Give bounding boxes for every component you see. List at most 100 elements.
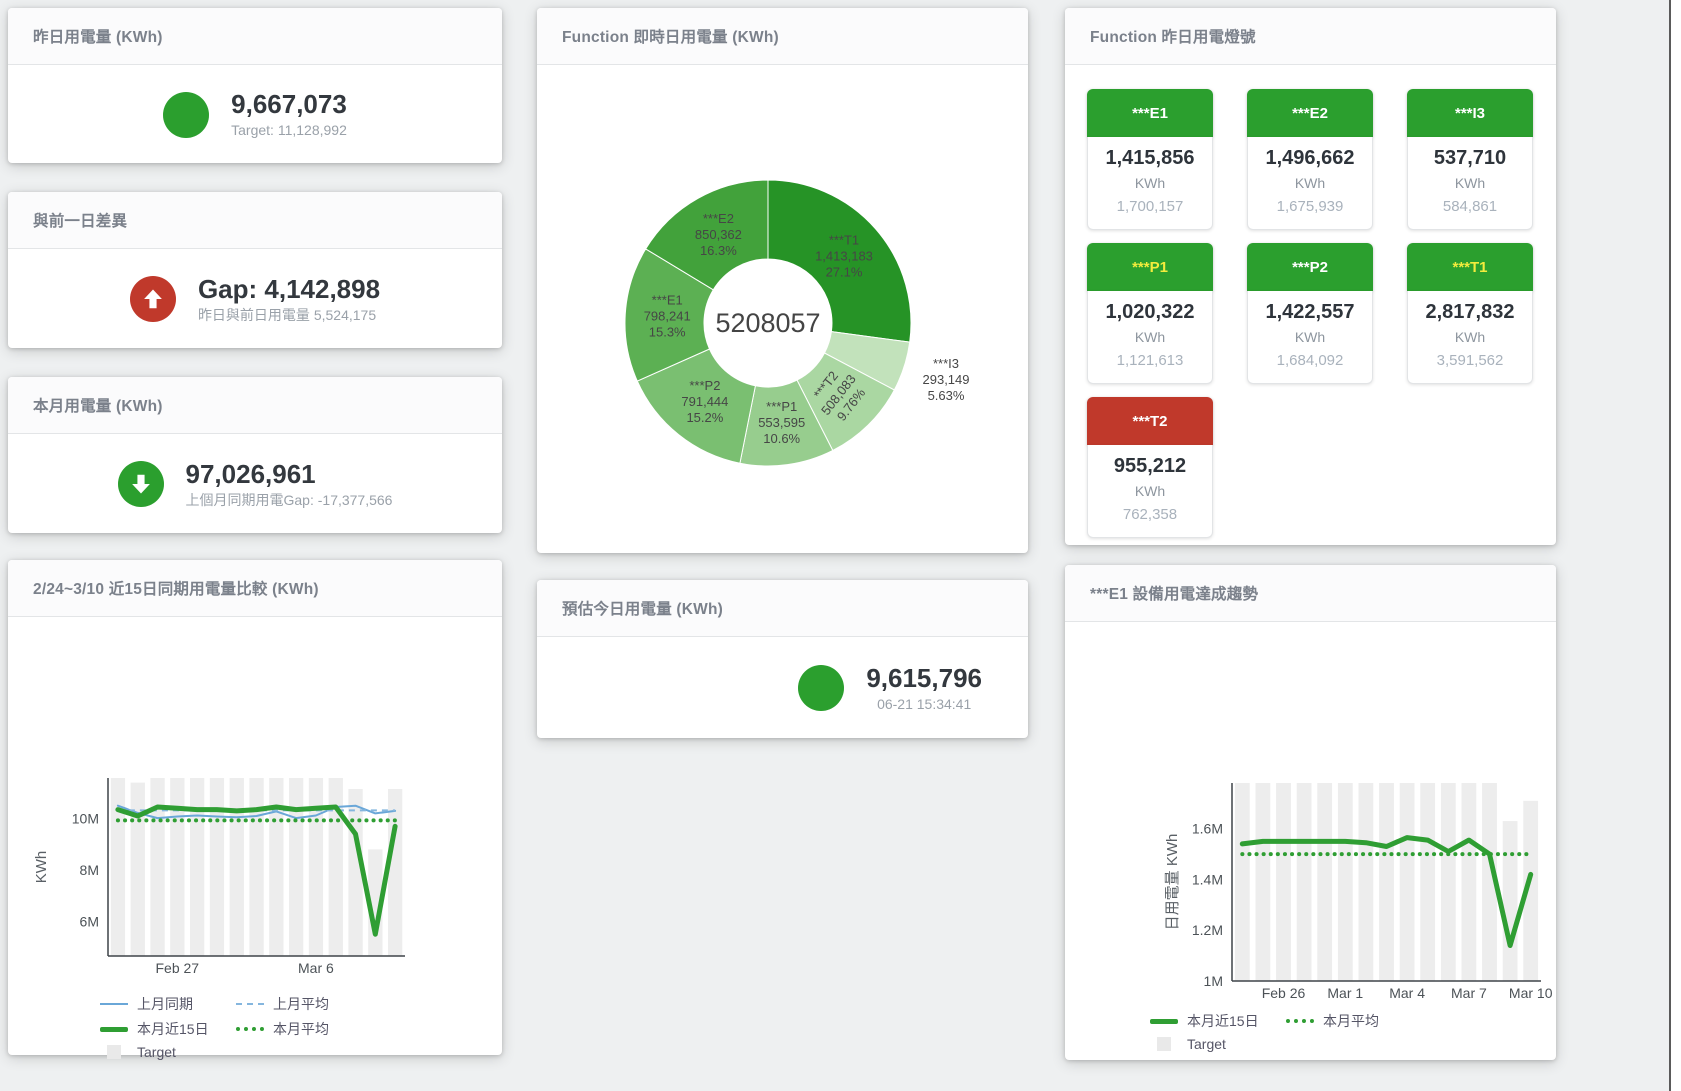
scrollbar-track[interactable] bbox=[1669, 0, 1681, 1091]
x-tick-label: Feb 27 bbox=[156, 960, 200, 976]
card-title: 昨日用電量 (KWh) bbox=[33, 25, 163, 47]
kpi-subtext: Target: 11,128,992 bbox=[231, 120, 347, 141]
device-unit: KWh bbox=[1088, 480, 1212, 503]
device-usage-value: 955,212 bbox=[1088, 453, 1212, 480]
y-tick-label: 8M bbox=[80, 862, 99, 878]
device-usage-value: 537,710 bbox=[1408, 145, 1532, 172]
status-circle-icon bbox=[163, 92, 209, 138]
device-target-value: 1,121,613 bbox=[1088, 349, 1212, 373]
legend-label: Target bbox=[1187, 1036, 1226, 1052]
legend-label: Target bbox=[137, 1044, 176, 1060]
chart-legend: 上月同期 上月平均本月近15日 本月平均 Target bbox=[100, 994, 372, 1060]
donut-slice-label: ***I3293,1495.63% bbox=[923, 356, 970, 403]
legend-row: 本月近15日本月平均 bbox=[1150, 1011, 1422, 1031]
card-title: ***E1 設備用電達成趨勢 bbox=[1090, 582, 1258, 604]
legend-label: 上月同期 bbox=[137, 994, 193, 1014]
chart-area: ***T11,413,18327.1%***I3293,1495.63%***T… bbox=[537, 65, 1028, 554]
card-header: 昨日用電量 (KWh) bbox=[8, 8, 502, 65]
legend-marker bbox=[107, 1045, 121, 1059]
device-tile-T1[interactable]: ***T12,817,832KWh3,591,562 bbox=[1407, 243, 1533, 384]
x-tick-label: Mar 7 bbox=[1451, 985, 1487, 1001]
legend-item-上月同期[interactable]: 上月同期 bbox=[100, 994, 236, 1014]
legend-marker bbox=[1157, 1037, 1171, 1051]
device-tile-body: 1,415,856KWh1,700,157 bbox=[1087, 137, 1213, 230]
target-bar bbox=[1359, 783, 1374, 981]
legend-marker bbox=[1286, 1019, 1314, 1023]
legend-row: 本月近15日 本月平均 bbox=[100, 1019, 372, 1039]
device-tile-body: 537,710KWh584,861 bbox=[1407, 137, 1533, 230]
legend-row: Target bbox=[1150, 1036, 1422, 1052]
legend-label: 本月平均 bbox=[273, 1019, 329, 1039]
chart-area: 1M1.2M1.4M1.6MFeb 26Mar 1Mar 4Mar 7Mar 1… bbox=[1065, 622, 1556, 1061]
device-tile-label: ***E2 bbox=[1247, 89, 1373, 137]
device-usage-value: 1,415,856 bbox=[1088, 145, 1212, 172]
device-tile-E1[interactable]: ***E11,415,856KWh1,700,157 bbox=[1087, 89, 1213, 230]
device-target-value: 1,700,157 bbox=[1088, 195, 1212, 219]
card-realtime-donut: Function 即時日用電量 (KWh) ***T11,413,18327.1… bbox=[537, 8, 1028, 553]
kpi-row: 97,026,961 上個月同期用電Gap: -17,377,566 bbox=[8, 434, 502, 534]
x-tick-label: Mar 10 bbox=[1509, 985, 1553, 1001]
device-tile-T2[interactable]: ***T2955,212KWh762,358 bbox=[1087, 397, 1213, 538]
device-tile-P1[interactable]: ***P11,020,322KWh1,121,613 bbox=[1087, 243, 1213, 384]
target-bar bbox=[1441, 783, 1456, 981]
legend-item-上月平均[interactable]: 上月平均 bbox=[236, 994, 372, 1014]
device-target-value: 1,684,092 bbox=[1248, 349, 1372, 373]
device-target-value: 584,861 bbox=[1408, 195, 1532, 219]
device-unit: KWh bbox=[1088, 326, 1212, 349]
device-target-value: 3,591,562 bbox=[1408, 349, 1532, 373]
device-usage-value: 1,422,557 bbox=[1248, 299, 1372, 326]
legend-label: 上月平均 bbox=[273, 994, 329, 1014]
device-tile-P2[interactable]: ***P21,422,557KWh1,684,092 bbox=[1247, 243, 1373, 384]
legend-item-本月近15日[interactable]: 本月近15日 bbox=[100, 1019, 236, 1039]
card-header: 預估今日用電量 (KWh) bbox=[537, 580, 1028, 637]
kpi-row: 9,615,796 06-21 15:34:41 bbox=[537, 637, 1028, 739]
card-title: 與前一日差異 bbox=[33, 209, 127, 231]
card-header: 2/24~3/10 近15日同期用電量比較 (KWh) bbox=[8, 560, 502, 617]
card-month-usage: 本月用電量 (KWh) 97,026,961 上個月同期用電Gap: -17,3… bbox=[8, 377, 502, 533]
kpi-text: 9,667,073 Target: 11,128,992 bbox=[231, 88, 347, 141]
y-tick-label: 1.2M bbox=[1192, 922, 1223, 938]
card-header: 與前一日差異 bbox=[8, 192, 502, 249]
device-unit: KWh bbox=[1088, 172, 1212, 195]
status-circle-icon bbox=[798, 665, 844, 711]
target-bar bbox=[1420, 783, 1435, 981]
target-bar bbox=[1462, 783, 1477, 981]
kpi-value: 9,667,073 bbox=[231, 88, 347, 120]
legend-marker bbox=[100, 1027, 128, 1032]
legend-marker bbox=[1150, 1019, 1178, 1024]
device-tile-body: 1,020,322KWh1,121,613 bbox=[1087, 291, 1213, 384]
kpi-text: 97,026,961 上個月同期用電Gap: -17,377,566 bbox=[186, 458, 393, 511]
y-tick-label: 1.4M bbox=[1192, 872, 1223, 888]
x-tick-label: Feb 26 bbox=[1262, 985, 1306, 1001]
energy-dashboard: 昨日用電量 (KWh) 9,667,073 Target: 11,128,992… bbox=[0, 0, 1681, 1091]
device-tile-E2[interactable]: ***E21,496,662KWh1,675,939 bbox=[1247, 89, 1373, 230]
device-tile-I3[interactable]: ***I3537,710KWh584,861 bbox=[1407, 89, 1533, 230]
kpi-text: 9,615,796 06-21 15:34:41 bbox=[866, 662, 982, 715]
device-usage-value: 1,496,662 bbox=[1248, 145, 1372, 172]
y-tick-label: 1.6M bbox=[1192, 821, 1223, 837]
device-tile-label: ***T1 bbox=[1407, 243, 1533, 291]
legend-item-本月近15日[interactable]: 本月近15日 bbox=[1150, 1011, 1286, 1031]
legend-row: Target bbox=[100, 1044, 372, 1060]
card-header: ***E1 設備用電達成趨勢 bbox=[1065, 565, 1556, 622]
legend-item-本月平均[interactable]: 本月平均 bbox=[236, 1019, 372, 1039]
kpi-text: Gap: 4,142,898 昨日與前日用電量 5,524,175 bbox=[198, 273, 380, 326]
target-bar bbox=[170, 778, 184, 956]
tiles-area: ***E11,415,856KWh1,700,157 ***E2 1,496,662… bbox=[1065, 65, 1556, 538]
target-bar bbox=[1400, 783, 1415, 981]
y-axis-title: 日用電量 KWh bbox=[1164, 834, 1181, 931]
donut-center-value: 5208057 bbox=[715, 308, 820, 338]
device-unit: KWh bbox=[1248, 172, 1372, 195]
card-today-estimate: 預估今日用電量 (KWh) 9,615,796 06-21 15:34:41 bbox=[537, 580, 1028, 738]
kpi-subtext: 06-21 15:34:41 bbox=[866, 694, 982, 715]
device-unit: KWh bbox=[1408, 172, 1532, 195]
legend-item-Target[interactable]: Target bbox=[100, 1044, 236, 1060]
device-tiles-grid: ***E11,415,856KWh1,700,157 ***E2 1,496,662… bbox=[1065, 65, 1556, 538]
kpi-row: Gap: 4,142,898 昨日與前日用電量 5,524,175 bbox=[8, 249, 502, 349]
target-bar bbox=[1235, 783, 1250, 981]
card-title: Function 即時日用電量 (KWh) bbox=[562, 25, 779, 47]
legend-item-本月平均[interactable]: 本月平均 bbox=[1286, 1011, 1422, 1031]
device-usage-value: 2,817,832 bbox=[1408, 299, 1532, 326]
legend-label: 本月近15日 bbox=[137, 1019, 209, 1039]
legend-item-Target[interactable]: Target bbox=[1150, 1036, 1286, 1052]
